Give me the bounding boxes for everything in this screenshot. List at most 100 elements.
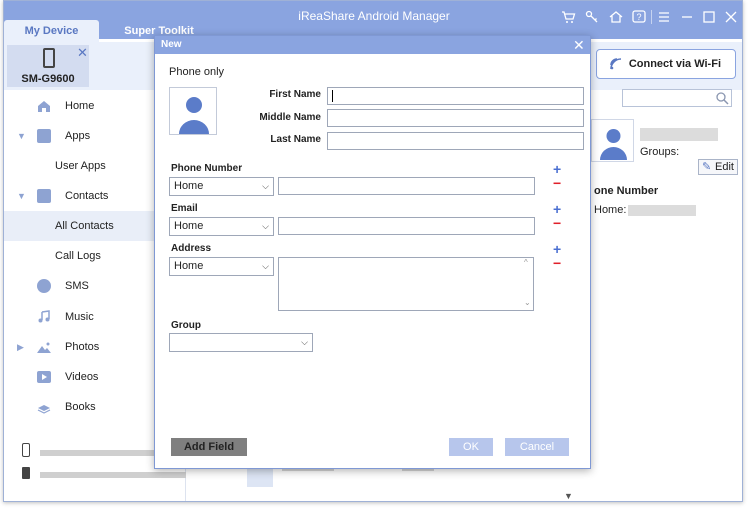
connect-wifi-label: Connect via Wi-Fi	[628, 58, 721, 70]
sd-card-icon	[22, 467, 30, 479]
text-cursor	[332, 90, 333, 103]
first-name-label: First Name	[269, 89, 321, 100]
device-name: SM-G9600	[21, 73, 75, 85]
address-type-value: Home	[174, 260, 204, 272]
svg-text:?: ?	[636, 12, 641, 22]
chevron-down-icon: ⌵	[301, 337, 308, 347]
sidebar-item-label: Contacts	[65, 190, 109, 202]
sidebar-item-label: Photos	[65, 341, 100, 353]
address-scrollbar[interactable]: ^ ⌄	[523, 258, 533, 310]
group-label: Group	[171, 320, 201, 331]
add-email-icon[interactable]: +	[553, 202, 561, 216]
dialog-header: New ✕	[155, 36, 590, 54]
cart-icon[interactable]	[560, 9, 576, 25]
email-type-select[interactable]: Home ⌵	[169, 217, 274, 236]
home-icon[interactable]	[608, 9, 624, 25]
sidebar-item-label: Music	[65, 311, 94, 323]
contacts-icon	[37, 189, 51, 203]
email-field[interactable]	[278, 217, 535, 235]
tab-my-device[interactable]: My Device	[4, 20, 99, 42]
groups-label: Groups:	[640, 146, 680, 158]
person-icon	[600, 129, 627, 160]
sidebar-item-label: Videos	[65, 371, 99, 383]
dialog-title: New	[161, 39, 182, 50]
chevron-down-icon[interactable]: ▼	[17, 181, 26, 211]
key-icon[interactable]	[584, 9, 600, 25]
address-label: Address	[171, 243, 212, 254]
pencil-icon: ✎	[702, 161, 712, 173]
email-label: Email	[171, 203, 198, 214]
first-name-field[interactable]	[327, 87, 584, 105]
phone-number-label: Phone Number	[171, 163, 243, 174]
chevron-down-icon: ⌵	[262, 261, 269, 271]
add-field-button[interactable]: Add Field	[171, 438, 247, 456]
chevron-right-icon[interactable]: ▶	[17, 332, 24, 362]
home-number-redacted	[628, 205, 696, 216]
sms-icon	[37, 279, 51, 293]
connect-wifi-button[interactable]: Connect via Wi-Fi	[596, 49, 736, 79]
phone-type-value: Home	[174, 180, 204, 192]
help-icon[interactable]: ?	[631, 9, 647, 25]
close-icon[interactable]	[723, 9, 739, 25]
menu-icon[interactable]	[656, 9, 672, 25]
group-select[interactable]: ⌵	[169, 333, 313, 352]
edit-button[interactable]: ✎ Edit	[698, 159, 738, 175]
sd-storage-bar	[40, 472, 186, 478]
chevron-down-icon[interactable]: ▼	[17, 121, 26, 151]
device-close-icon[interactable]: ✕	[77, 45, 88, 61]
home-label: Home:	[594, 204, 627, 216]
wifi-icon	[610, 58, 622, 70]
scroll-up-icon[interactable]: ^	[524, 258, 528, 267]
chevron-down-icon: ⌵	[262, 221, 269, 231]
sidebar-item-label: All Contacts	[55, 220, 114, 232]
minimize-icon[interactable]	[679, 9, 695, 25]
phone-icon	[43, 48, 55, 68]
phone-number-field[interactable]	[278, 177, 535, 195]
photos-icon	[37, 342, 51, 353]
books-icon	[37, 405, 51, 414]
remove-email-icon[interactable]: −	[553, 216, 561, 230]
middle-name-field[interactable]	[327, 109, 584, 127]
scroll-down-icon[interactable]: ⌄	[524, 298, 531, 307]
close-icon[interactable]: ✕	[573, 36, 585, 54]
search-icon[interactable]	[715, 91, 729, 105]
phone-only-label: Phone only	[169, 66, 225, 78]
last-name-field[interactable]	[327, 132, 584, 150]
phone-number-heading: one Number	[594, 185, 659, 197]
videos-icon	[37, 371, 51, 383]
add-phone-icon[interactable]: +	[553, 162, 561, 176]
new-contact-dialog: New ✕ Phone only First Name Middle Name …	[154, 35, 591, 469]
sidebar-item-label: Home	[65, 100, 95, 112]
contact-name-redacted	[640, 128, 718, 141]
ok-button[interactable]: OK	[449, 438, 493, 456]
device-card[interactable]: SM-G9600 ✕	[7, 45, 89, 87]
home-icon	[38, 101, 50, 112]
last-name-label: Last Name	[270, 134, 321, 145]
sidebar-item-label: Apps	[65, 130, 91, 142]
contact-photo[interactable]	[169, 87, 217, 135]
scroll-down-icon[interactable]: ▼	[564, 491, 573, 501]
sidebar-item-label: User Apps	[55, 160, 106, 172]
add-address-icon[interactable]: +	[553, 242, 561, 256]
email-type-value: Home	[174, 220, 204, 232]
chevron-down-icon: ⌵	[262, 181, 269, 191]
maximize-icon[interactable]	[701, 9, 717, 25]
music-icon	[38, 310, 50, 323]
cancel-button[interactable]: Cancel	[505, 438, 569, 456]
address-type-select[interactable]: Home ⌵	[169, 257, 274, 276]
middle-name-label: Middle Name	[259, 112, 321, 123]
title-divider	[651, 10, 652, 24]
sidebar-item-label: Call Logs	[55, 250, 101, 262]
remove-phone-icon[interactable]: −	[553, 176, 561, 190]
person-icon	[179, 97, 209, 134]
remove-address-icon[interactable]: −	[553, 256, 561, 270]
sidebar-item-label: Books	[65, 401, 96, 413]
edit-label: Edit	[715, 161, 734, 173]
sidebar-item-label: SMS	[65, 280, 89, 292]
search-input[interactable]	[622, 89, 732, 107]
contact-avatar	[591, 119, 634, 162]
address-textarea[interactable]: ^ ⌄	[278, 257, 534, 311]
phone-type-select[interactable]: Home ⌵	[169, 177, 274, 196]
apps-icon	[37, 129, 51, 143]
phone-storage-icon	[22, 443, 30, 457]
